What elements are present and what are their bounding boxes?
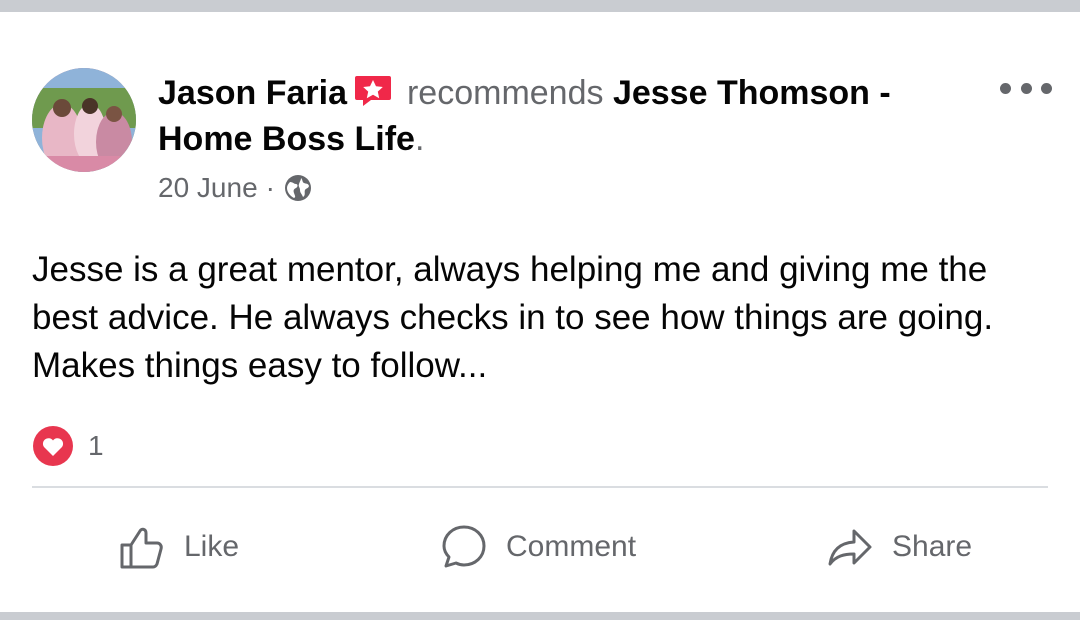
post-body-text: Jesse is a great mentor, always helping … [32,250,994,385]
more-dot [1041,82,1052,94]
more-dot [1000,82,1011,94]
recommends-text: recommends [406,74,604,112]
share-arrow-icon [824,521,892,573]
post-meta: 20 June · [158,168,313,208]
more-options-button[interactable] [1000,74,1052,102]
like-button[interactable]: Like [116,512,239,582]
more-dot [1020,82,1032,94]
like-label: Like [184,530,240,563]
comment-bubble-icon [438,521,506,573]
share-button[interactable]: Share [824,512,972,582]
post-card: Jason Faria recommends Jesse Thomson - H… [0,12,1080,612]
share-label: Share [892,530,973,563]
comment-label: Comment [506,530,637,563]
sentence-period: . [414,120,425,158]
avatar-photo [32,68,136,172]
meta-separator: · [265,172,275,203]
reaction-count: 1 [88,430,104,461]
comment-button[interactable]: Comment [438,512,636,582]
thumbs-up-icon [116,521,184,573]
actions-divider [32,486,1048,488]
reactions-summary[interactable]: 1 [32,424,104,468]
post-header: Jason Faria recommends Jesse Thomson - H… [158,70,958,162]
heart-icon [32,425,74,467]
post-actions-bar: Like Comment Share [0,512,1080,582]
recommendation-badge-icon [353,72,393,108]
author-avatar[interactable] [32,68,136,172]
author-name[interactable]: Jason Faria [158,74,347,112]
globe-icon[interactable] [283,173,313,203]
post-date[interactable]: 20 June [158,172,258,204]
